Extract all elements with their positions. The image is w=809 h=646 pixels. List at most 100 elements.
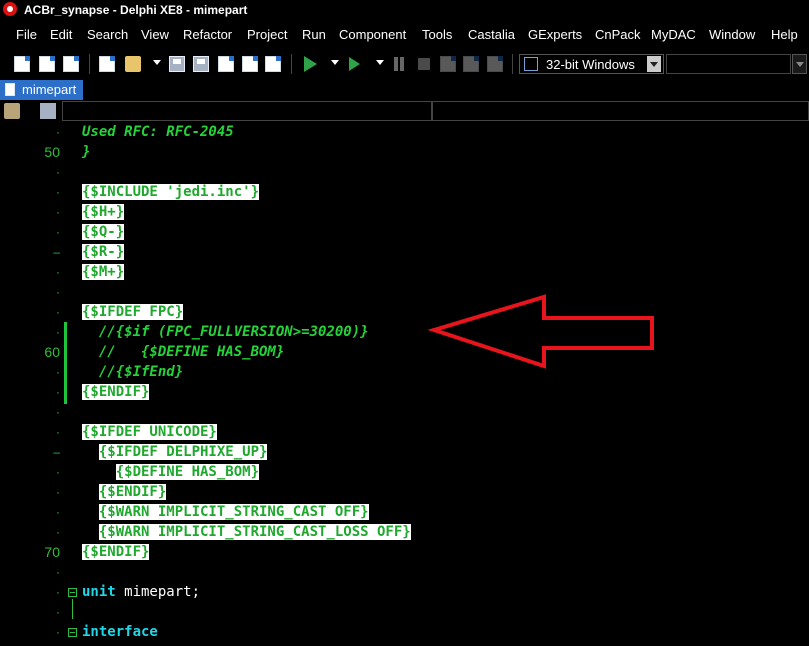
code-line[interactable]: · unit mimepart; <box>0 582 809 602</box>
code-line[interactable]: · {$ENDIF} <box>0 482 809 502</box>
code-text: // {$DEFINE HAS_BOM} <box>82 342 284 362</box>
code-text: {$ENDIF} <box>82 482 167 502</box>
menu-tools[interactable]: Tools <box>422 27 452 42</box>
menu-castalia[interactable]: Castalia <box>468 27 515 42</box>
menu-search[interactable]: Search <box>87 27 128 42</box>
code-line[interactable]: · <box>0 282 809 302</box>
code-text: Used RFC: RFC-2045 <box>82 122 234 142</box>
target-platform-select[interactable]: 32-bit Windows <box>519 54 664 74</box>
code-line[interactable]: · {$Q-} <box>0 222 809 242</box>
code-line[interactable]: · {$WARN IMPLICIT_STRING_CAST OFF} <box>0 502 809 522</box>
code-line[interactable]: · {$WARN IMPLICIT_STRING_CAST_LOSS OFF} <box>0 522 809 542</box>
gutter-marker: · <box>56 605 60 619</box>
menu-gexperts[interactable]: GExperts <box>528 27 582 42</box>
code-line[interactable]: · Used RFC: RFC-2045 <box>0 122 809 142</box>
menu-refactor[interactable]: Refactor <box>183 27 232 42</box>
code-token: mimepart; <box>115 584 201 600</box>
code-text: } <box>82 142 90 162</box>
gutter-marker: · <box>56 385 60 399</box>
build-config-select[interactable] <box>666 54 791 74</box>
chevron-down-icon[interactable] <box>647 56 661 72</box>
menu-help[interactable]: Help <box>771 27 798 42</box>
code-line[interactable]: · {$DEFINE HAS_BOM} <box>0 462 809 482</box>
menu-cnpack[interactable]: CnPack <box>595 27 641 42</box>
class-browser-icon[interactable] <box>4 103 20 119</box>
code-text: unit mimepart; <box>82 582 200 602</box>
menu-run[interactable]: Run <box>302 27 326 42</box>
gutter-marker: · <box>56 225 60 239</box>
tab-label: mimepart <box>22 82 77 97</box>
run-without-debug-dropdown-icon[interactable] <box>376 60 384 65</box>
code-line[interactable]: · //{$IfEnd} <box>0 362 809 382</box>
code-line[interactable]: 60 // {$DEFINE HAS_BOM} <box>0 342 809 362</box>
menu-view[interactable]: View <box>141 27 169 42</box>
compiler-directive: {$IFDEF FPC} <box>82 304 184 320</box>
step-over-icon[interactable] <box>463 56 479 72</box>
save-all-icon[interactable] <box>193 56 209 72</box>
toolbar-separator <box>512 54 513 74</box>
new-items-icon[interactable] <box>39 56 55 72</box>
run-icon[interactable] <box>304 56 317 72</box>
method-browser-icon[interactable] <box>40 103 56 119</box>
gutter-marker: · <box>56 405 60 419</box>
code-editor[interactable]: · Used RFC: RFC-2045 50} · · {$INCLUDE 'jedi.… <box>0 122 809 646</box>
new-file-icon[interactable] <box>14 56 30 72</box>
code-line[interactable]: 50} <box>0 142 809 162</box>
gutter-marker: · <box>56 365 60 379</box>
open-dropdown-icon[interactable] <box>153 60 161 65</box>
run-without-debug-icon[interactable] <box>349 57 360 71</box>
stop-icon[interactable] <box>418 58 430 70</box>
code-line[interactable]: · <box>0 602 809 622</box>
gutter-marker: · <box>56 425 60 439</box>
code-line[interactable]: · {$ENDIF} <box>0 382 809 402</box>
code-line[interactable]: · {$IFDEF UNICODE} <box>0 422 809 442</box>
code-line[interactable]: · <box>0 402 809 422</box>
class-selector[interactable] <box>62 101 432 121</box>
save-icon[interactable] <box>169 56 185 72</box>
remove-from-project-icon[interactable] <box>265 56 281 72</box>
run-dropdown-icon[interactable] <box>331 60 339 65</box>
toolbar-separator <box>89 54 90 74</box>
menu-window[interactable]: Window <box>709 27 755 42</box>
open-project-icon[interactable] <box>218 56 234 72</box>
pause-icon[interactable] <box>391 56 407 72</box>
compiler-directive: {$R-} <box>82 244 125 260</box>
code-line[interactable]: · {$M+} <box>0 262 809 282</box>
add-to-project-icon[interactable] <box>242 56 258 72</box>
compiler-directive: {$IFDEF DELPHIXE_UP} <box>98 444 268 460</box>
code-line[interactable]: · <box>0 162 809 182</box>
gutter-marker: · <box>56 505 60 519</box>
gutter-marker: · <box>56 465 60 479</box>
new-form-icon[interactable] <box>99 56 115 72</box>
code-line[interactable]: · //{$if (FPC_FULLVERSION>=30200)} <box>0 322 809 342</box>
build-config-dropdown-icon[interactable] <box>792 54 807 74</box>
code-text: {$ENDIF} <box>82 542 150 562</box>
code-line[interactable]: · interface <box>0 622 809 642</box>
method-selector[interactable] <box>432 101 809 121</box>
code-line[interactable]: – {$IFDEF DELPHIXE_UP} <box>0 442 809 462</box>
code-text: {$DEFINE HAS_BOM} <box>82 462 260 482</box>
code-line[interactable]: – {$R-} <box>0 242 809 262</box>
open-icon[interactable] <box>125 56 141 72</box>
gutter-marker: · <box>56 625 60 639</box>
code-line[interactable]: · {$IFDEF FPC} <box>0 302 809 322</box>
code-text: {$IFDEF UNICODE} <box>82 422 217 442</box>
code-line[interactable]: · {$H+} <box>0 202 809 222</box>
menu-file[interactable]: File <box>16 27 37 42</box>
menu-mydac[interactable]: MyDAC <box>651 27 696 42</box>
code-line[interactable]: · <box>0 562 809 582</box>
compiler-directive: {$DEFINE HAS_BOM} <box>115 464 260 480</box>
trace-to-next-line-icon[interactable] <box>487 56 503 72</box>
code-line[interactable]: · {$INCLUDE 'jedi.inc'} <box>0 182 809 202</box>
delphi-app-icon[interactable] <box>3 2 17 16</box>
menu-edit[interactable]: Edit <box>50 27 72 42</box>
gutter-marker: · <box>56 285 60 299</box>
tab-mimepart[interactable]: mimepart <box>0 80 83 100</box>
copy-icon[interactable] <box>63 56 79 72</box>
menu-project[interactable]: Project <box>247 27 287 42</box>
step-into-icon[interactable] <box>440 56 456 72</box>
code-line[interactable]: 70 {$ENDIF} <box>0 542 809 562</box>
gutter-marker: · <box>56 565 60 579</box>
menu-component[interactable]: Component <box>339 27 406 42</box>
